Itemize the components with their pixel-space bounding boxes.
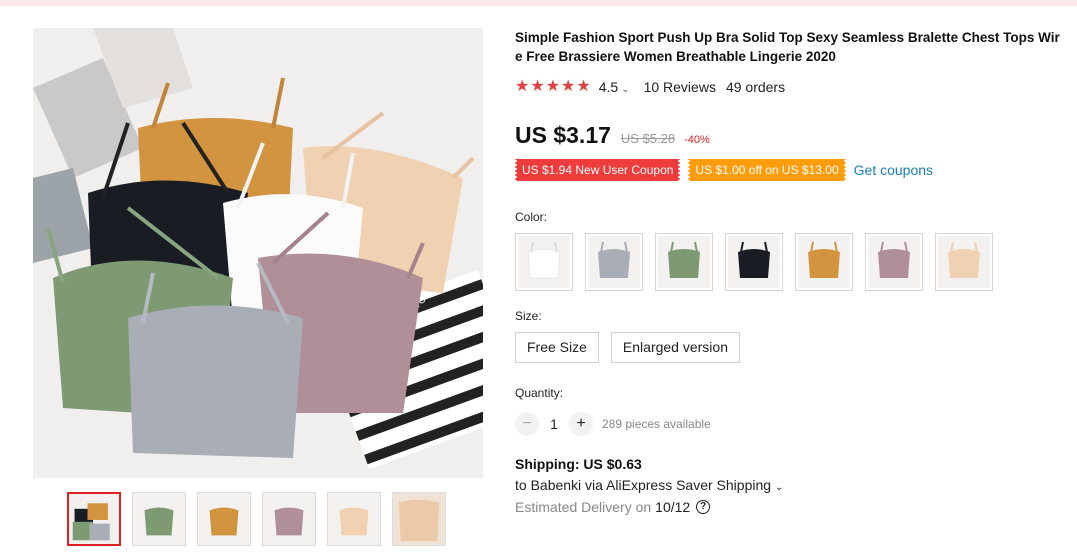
top-strip bbox=[0, 0, 1077, 6]
color-swatch-green[interactable] bbox=[655, 233, 713, 291]
shipping-cost: Shipping: US $0.63 bbox=[515, 456, 642, 472]
thumbnail-1[interactable] bbox=[67, 492, 121, 546]
price-row: US $3.17 US $5.28 -40% bbox=[515, 122, 1067, 150]
color-swatch-mauve[interactable] bbox=[865, 233, 923, 291]
product-info: Simple Fashion Sport Push Up Bra Solid T… bbox=[513, 28, 1067, 515]
color-swatch-black[interactable] bbox=[725, 233, 783, 291]
estimated-delivery: Estimated Delivery on 10/12 ? bbox=[515, 499, 1067, 515]
star-rating: ★ ★ ★ ★ ★ bbox=[515, 79, 591, 95]
delivery-prefix: Estimated Delivery on bbox=[515, 499, 652, 515]
rating-row: ★ ★ ★ ★ ★ 4.5 ⌄ 10 Reviews 49 orders bbox=[515, 77, 1067, 97]
star-icon: ★ bbox=[515, 78, 530, 95]
color-swatch-white[interactable] bbox=[515, 233, 573, 291]
get-coupons-link[interactable]: Get coupons bbox=[854, 162, 933, 178]
current-price: US $3.17 bbox=[515, 122, 611, 148]
size-label: Size: bbox=[515, 309, 542, 323]
thumbnail-3[interactable] bbox=[197, 492, 251, 546]
size-enlarged-button[interactable]: Enlarged version bbox=[610, 332, 740, 363]
product-photo: THANK YOU bbox=[33, 28, 483, 478]
thumbnail-4[interactable] bbox=[262, 492, 316, 546]
quantity-value[interactable]: 1 bbox=[539, 416, 569, 432]
shipping-method: to Babenki via AliExpress Saver Shipping bbox=[515, 477, 772, 493]
size-free-size-button[interactable]: Free Size bbox=[515, 332, 599, 363]
thumbnail-5[interactable] bbox=[327, 492, 381, 546]
color-swatch-ochre[interactable] bbox=[795, 233, 853, 291]
quantity-label: Quantity: bbox=[515, 386, 564, 400]
color-swatches bbox=[515, 233, 1067, 291]
reviews-link[interactable]: 10 Reviews bbox=[644, 79, 716, 95]
store-coupon[interactable]: US $1.00 off on US $13.00 bbox=[687, 159, 847, 181]
star-icon: ★ bbox=[530, 78, 545, 95]
quantity-stepper: − 1 + 289 pieces available bbox=[515, 412, 1067, 436]
star-icon: ★ bbox=[561, 78, 576, 95]
delivery-date: 10/12 bbox=[655, 499, 691, 515]
size-options: Free Size Enlarged version bbox=[515, 332, 1067, 363]
original-price: US $5.28 bbox=[620, 131, 676, 146]
thumbnail-strip bbox=[67, 492, 446, 546]
new-user-coupon[interactable]: US $1.94 New User Coupon bbox=[513, 159, 682, 181]
rating-value: 4.5 bbox=[598, 79, 619, 95]
discount-badge: -40% bbox=[684, 134, 710, 146]
star-icon: ★ bbox=[545, 78, 561, 95]
thumbnail-6[interactable] bbox=[392, 492, 446, 546]
main-product-image[interactable]: THANK YOU bbox=[33, 28, 483, 478]
quantity-decrease-button[interactable]: − bbox=[515, 412, 539, 436]
question-icon[interactable]: ? bbox=[696, 500, 711, 514]
color-swatch-beige[interactable] bbox=[935, 233, 993, 291]
orders-count: 49 orders bbox=[725, 79, 786, 95]
rating-dropdown[interactable]: 4.5 ⌄ bbox=[599, 79, 630, 95]
stock-available: 289 pieces available bbox=[602, 417, 711, 431]
chevron-down-icon: ⌄ bbox=[775, 482, 784, 493]
color-swatch-grey[interactable] bbox=[585, 233, 643, 291]
quantity-increase-button[interactable]: + bbox=[569, 412, 593, 436]
chevron-down-icon: ⌄ bbox=[621, 84, 630, 95]
shipping-destination[interactable]: to Babenki via AliExpress Saver Shipping… bbox=[515, 477, 1067, 493]
product-title: Simple Fashion Sport Push Up Bra Solid T… bbox=[515, 30, 1060, 64]
thumbnail-2[interactable] bbox=[132, 492, 186, 546]
coupon-row: US $1.94 New User Coupon US $1.00 off on… bbox=[513, 159, 1067, 181]
star-icon: ★ bbox=[576, 78, 591, 95]
color-label: Color: bbox=[515, 210, 548, 224]
